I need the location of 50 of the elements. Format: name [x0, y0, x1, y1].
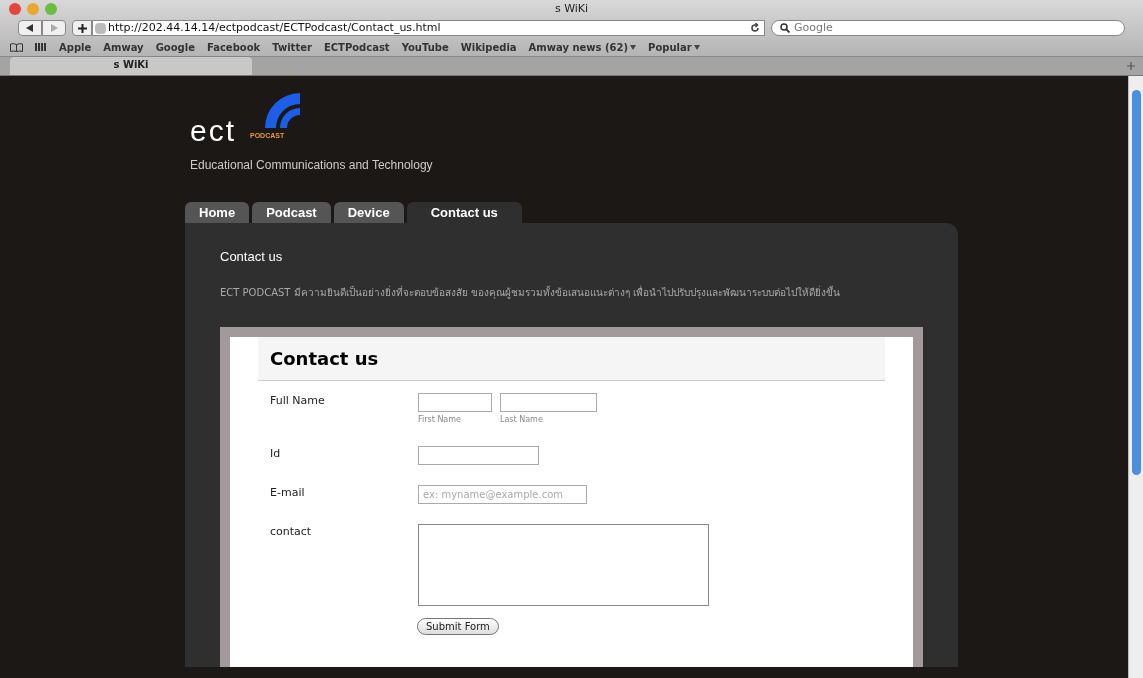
bookmark-link[interactable]: Wikipedia: [460, 39, 517, 55]
caret-icon: [630, 44, 637, 50]
field-label: contact: [270, 523, 313, 540]
field-label: Full Name: [270, 392, 326, 409]
bookmark-link[interactable]: Google: [155, 39, 195, 55]
bookmark-link[interactable]: Amway news (62): [528, 39, 637, 55]
plus-icon: [77, 23, 87, 33]
bookmark-link[interactable]: YouTube: [401, 39, 449, 55]
window-title: s WiKi: [554, 0, 589, 17]
bookmark-link[interactable]: Amway: [103, 39, 144, 55]
close-window-icon[interactable]: [9, 3, 21, 15]
book-icon[interactable]: [10, 42, 23, 52]
page-icon: [95, 22, 106, 34]
new-tab-icon[interactable]: [1127, 62, 1135, 70]
nav-tab[interactable]: Contact us: [406, 202, 522, 223]
field-hint: First Name: [418, 413, 462, 426]
nav-tab[interactable]: Podcast: [252, 202, 331, 223]
text-input-field[interactable]: [418, 445, 539, 465]
search-field[interactable]: Google: [771, 20, 1125, 36]
name-input-field[interactable]: [418, 392, 492, 412]
field-label: E-mail: [270, 484, 306, 501]
address-field[interactable]: http://202.44.14.14/ectpodcast/ECTPodcast/Contact_us.html: [92, 20, 765, 36]
bookmark-link[interactable]: Apple: [59, 39, 92, 55]
intro-text: ECT PODCAST มีความยินดีเป็นอย่างยิ่งที่จะตอบข้อสงสัย ของคุณผู้ชมรวมทั้งข้อเสนอแนะต่างๆ เพื่อนำไปปรับปรุงและพัฒนาระบบต่อไปให้ดียิ่งขึ้น: [220, 284, 841, 300]
add-bookmark-button[interactable]: [72, 20, 92, 36]
zoom-window-icon[interactable]: [45, 3, 57, 15]
message-textarea[interactable]: [418, 523, 709, 606]
bookmark-link[interactable]: ECTPodcast: [323, 39, 390, 55]
search-icon: [780, 23, 790, 33]
email-input-field[interactable]: ex: myname@example.com: [418, 484, 587, 504]
browser-tab[interactable]: s WiKi: [10, 57, 252, 75]
back-button[interactable]: [18, 20, 42, 36]
name-input-field[interactable]: [500, 392, 597, 412]
field-hint: Last Name: [500, 413, 544, 426]
site-tagline: Educational Communications and Technology: [190, 157, 434, 174]
form-title: Contact us: [270, 346, 379, 371]
bookmark-link[interactable]: Facebook: [206, 39, 261, 55]
nav-tab[interactable]: Device: [333, 202, 404, 223]
reload-icon[interactable]: [750, 23, 760, 33]
field-label: Id: [270, 445, 282, 462]
nav-tab[interactable]: Home: [185, 202, 250, 223]
bookmark-link[interactable]: Popular: [648, 39, 700, 55]
caret-icon: [693, 44, 700, 50]
panel-heading: Contact us: [220, 248, 284, 266]
back-arrow-icon: [26, 24, 34, 32]
scrollbar-thumb[interactable]: [1131, 90, 1141, 475]
forward-arrow-icon: [50, 24, 58, 32]
submit-button[interactable]: Submit Form: [417, 617, 499, 635]
bookmark-link[interactable]: Twitter: [272, 39, 312, 55]
scrollbar[interactable]: [1128, 76, 1143, 678]
